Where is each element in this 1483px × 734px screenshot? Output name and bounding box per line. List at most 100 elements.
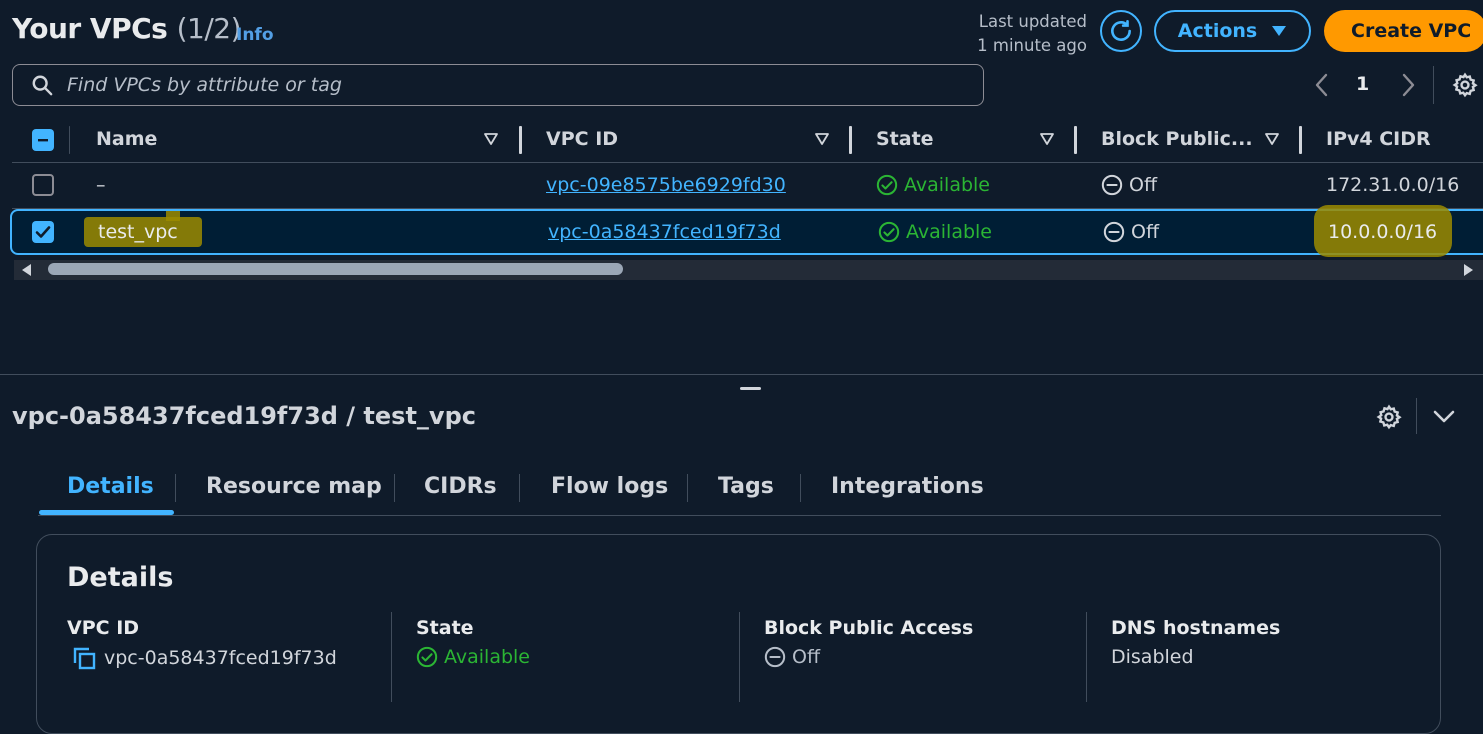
field-value-vpc-id: vpc-0a58437fced19f73d [72,646,337,670]
tab-divider [175,474,176,502]
gear-icon [1452,72,1478,98]
last-updated-label: Last updated [978,12,1087,31]
row-checkbox[interactable] [32,174,54,196]
tab-divider [519,474,520,502]
field-label-vpc-id: VPC ID [67,617,140,639]
panel-header-divider [1416,398,1417,434]
cell-state: Available [876,174,990,196]
table-row[interactable]: – vpc-09e8575be6929fd30 Available Off 17… [12,162,1483,209]
column-divider [391,612,392,702]
cell-name: test_vpc [98,221,178,243]
check-circle-icon [416,646,438,668]
resize-handle[interactable] [740,387,761,390]
sort-icon[interactable] [1040,133,1054,145]
active-tab-indicator [39,510,174,515]
field-value-dns-hostnames: Disabled [1111,646,1194,668]
column-resizer[interactable] [519,126,522,154]
minus-circle-icon [1103,221,1125,243]
scroll-right-icon[interactable] [1463,264,1473,276]
sort-icon[interactable] [815,133,829,145]
collapse-panel-button[interactable] [1432,408,1456,426]
cell-block-public: Off [1101,174,1157,196]
scroll-left-icon[interactable] [22,264,32,276]
details-card-title: Details [67,562,174,593]
last-updated: Last updated 1 minute ago [972,10,1087,58]
tab-tags[interactable]: Tags [718,474,774,499]
block-public-text: Off [1131,221,1160,243]
tab-flow-logs[interactable]: Flow logs [551,474,668,499]
highlight-mark [166,211,180,221]
column-header-state[interactable]: State [876,128,934,150]
column-header-block-public[interactable]: Block Public... [1101,128,1253,150]
info-link[interactable]: Info [236,25,274,45]
column-resizer[interactable] [1299,126,1302,154]
field-label-block-public-access: Block Public Access [764,617,974,639]
create-vpc-button[interactable]: Create VPC [1324,10,1483,52]
field-label-dns-hostnames: DNS hostnames [1111,617,1281,639]
check-circle-icon [876,174,898,196]
column-header-ipv4-cidr[interactable]: IPv4 CIDR [1326,128,1431,150]
state-text: Available [906,221,993,243]
field-label-state: State [416,617,474,639]
vpc-id-value: vpc-0a58437fced19f73d [104,647,337,669]
column-divider [1086,612,1087,702]
next-page-button[interactable] [1398,72,1418,98]
sort-icon[interactable] [484,133,498,145]
block-public-text: Off [1129,174,1158,196]
tab-cidrs[interactable]: CIDRs [424,474,497,499]
state-value: Available [444,646,531,668]
tabs-baseline [38,515,1441,516]
panel-settings-button[interactable] [1376,404,1402,430]
row-checkbox[interactable] [32,221,54,243]
column-divider [69,126,70,154]
state-text: Available [904,174,991,196]
refresh-icon [1108,18,1134,44]
tab-divider [800,474,801,502]
cell-block-public: Off [1103,221,1159,243]
selection-count: (1/2) [176,12,242,45]
split-divider [0,374,1483,375]
current-page[interactable]: 1 [1356,73,1369,95]
column-resizer[interactable] [849,126,852,154]
tab-details[interactable]: Details [67,474,154,499]
chevron-down-icon [1432,408,1456,426]
vpc-id-link[interactable]: vpc-09e8575be6929fd30 [546,174,786,196]
tab-divider [394,474,395,502]
column-divider [739,612,740,702]
column-header-name[interactable]: Name [96,128,157,150]
table-row-selected[interactable]: test_vpc vpc-0a58437fced19f73d Available… [10,205,1483,257]
search-input[interactable] [65,73,949,97]
tab-integrations[interactable]: Integrations [831,474,984,499]
tab-divider [687,474,688,502]
page-title-text: Your VPCs [12,12,168,45]
cell-ipv4-cidr: 172.31.0.0/16 [1326,174,1460,196]
previous-page-button[interactable] [1312,72,1332,98]
last-updated-time: 1 minute ago [977,36,1087,55]
search-icon [31,74,53,96]
cell-name: – [96,174,106,196]
actions-button[interactable]: Actions [1154,10,1311,52]
block-public-value: Off [792,646,821,668]
detail-panel-title: vpc-0a58437fced19f73d / test_vpc [12,402,476,430]
tab-resource-map[interactable]: Resource map [206,474,382,499]
chevron-right-icon [1398,72,1418,98]
check-circle-icon [878,221,900,243]
table-preferences-button[interactable] [1452,72,1478,98]
table-header: Name VPC ID State Block Public... IPv4 C… [12,118,1483,163]
pager-divider [1433,66,1434,104]
column-header-vpc-id[interactable]: VPC ID [546,128,618,150]
minus-circle-icon [764,646,786,668]
field-value-block-public-access: Off [764,646,820,668]
select-all-checkbox[interactable] [32,129,54,151]
refresh-button[interactable] [1100,10,1142,52]
caret-down-icon [1271,25,1287,37]
vpc-id-link[interactable]: vpc-0a58437fced19f73d [548,221,781,243]
scrollbar-thumb[interactable] [48,263,623,275]
sort-icon[interactable] [1265,133,1279,145]
cell-ipv4-cidr: 10.0.0.0/16 [1328,221,1438,243]
chevron-left-icon [1312,72,1332,98]
minus-circle-icon [1101,174,1123,196]
search-bar [12,64,984,106]
column-resizer[interactable] [1074,126,1077,154]
copy-icon[interactable] [72,646,98,670]
